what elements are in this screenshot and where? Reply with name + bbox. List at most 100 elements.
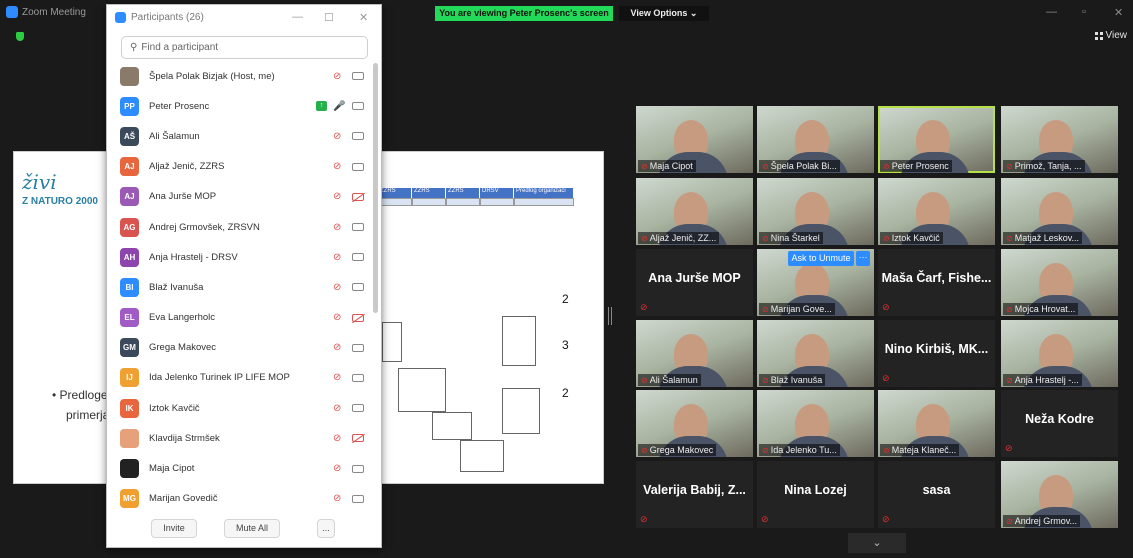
mic-muted-icon: ⊘: [762, 375, 769, 385]
participant-row[interactable]: IK Iztok Kavčič ⊘: [107, 393, 371, 423]
chevron-down-icon[interactable]: ⌄: [848, 533, 906, 553]
mic-muted-icon[interactable]: ⊘: [333, 71, 341, 82]
mic-muted-icon[interactable]: ⊘: [333, 312, 341, 323]
tile-more-button[interactable]: ···: [856, 251, 870, 266]
camera-icon[interactable]: [352, 223, 364, 232]
participant-name: Anja Hrastelj - DRSV: [149, 251, 238, 263]
participant-row[interactable]: EL Eva Langerholc ⊘: [107, 303, 371, 333]
video-tile[interactable]: Nino Kirbiš, MK... ⊘: [878, 320, 995, 387]
participant-row[interactable]: AJ Aljaž Jenič, ZZRS ⊘: [107, 152, 371, 182]
video-tile[interactable]: Neža Kodre ⊘: [1001, 390, 1118, 457]
video-tile[interactable]: ⊘ Primož, Tanja, ...: [1001, 106, 1118, 173]
video-tile[interactable]: ⊘ Ali Šalamun: [636, 320, 753, 387]
view-options-button[interactable]: View Options ⌄: [619, 6, 709, 21]
maximize-icon[interactable]: ☐: [324, 11, 334, 24]
participant-row[interactable]: AJ Ana Jurše MOP ⊘: [107, 182, 371, 212]
video-tile[interactable]: ⊘ Grega Makovec: [636, 390, 753, 457]
mic-muted-icon[interactable]: ⊘: [333, 403, 341, 414]
mic-muted-icon[interactable]: ⊘: [333, 191, 341, 202]
camera-icon[interactable]: [352, 253, 364, 262]
video-tile[interactable]: ⊘ Matjaž Leskov...: [1001, 178, 1118, 245]
camera-icon[interactable]: [352, 283, 364, 292]
mic-muted-icon[interactable]: ⊘: [333, 433, 341, 444]
close-icon[interactable]: ✕: [1114, 6, 1123, 19]
video-tile[interactable]: ⊘ Andrej Grmov...: [1001, 461, 1118, 528]
avatar: BI: [120, 277, 139, 297]
video-tile[interactable]: Ana Jurše MOP ⊘: [636, 249, 753, 316]
video-tile[interactable]: ⊘ Mateja Klaneč...: [878, 390, 995, 457]
mic-muted-icon[interactable]: ⊘: [333, 222, 341, 233]
mic-muted-icon[interactable]: ⊘: [333, 372, 341, 383]
mute-all-button[interactable]: Mute All: [224, 519, 280, 538]
mic-icon[interactable]: 🎤: [333, 101, 345, 112]
mic-muted-icon[interactable]: ⊘: [333, 342, 341, 353]
camera-icon[interactable]: [352, 132, 364, 141]
maximize-icon[interactable]: ▫: [1082, 6, 1086, 18]
video-tile[interactable]: Nina Lozej ⊘: [757, 461, 874, 528]
search-input[interactable]: ⚲ Find a participant: [121, 36, 368, 59]
mic-muted-icon[interactable]: ⊘: [333, 463, 341, 474]
participant-row[interactable]: AH Anja Hrastelj - DRSV ⊘: [107, 242, 371, 272]
participant-row[interactable]: Klavdija Strmšek ⊘: [107, 423, 371, 453]
mic-muted-icon: ⊘: [1006, 233, 1013, 243]
participant-row[interactable]: PP Peter Prosenc ↑ 🎤: [107, 91, 371, 121]
avatar: AJ: [120, 187, 139, 207]
video-tile[interactable]: ⊘ Špela Polak Bi...: [757, 106, 874, 173]
encryption-shield-icon[interactable]: [16, 32, 24, 41]
mic-muted-icon[interactable]: ⊘: [333, 131, 341, 142]
minimize-icon[interactable]: —: [292, 11, 303, 23]
video-tile[interactable]: ⊘ Nina Štarkel: [757, 178, 874, 245]
avatar: AŠ: [120, 126, 139, 146]
participant-row[interactable]: MG Marijan Govedič ⊘: [107, 484, 371, 514]
close-icon[interactable]: ✕: [359, 11, 368, 24]
video-tile[interactable]: Maša Čarf, Fishe... ⊘: [878, 249, 995, 316]
video-tile[interactable]: ⊘ Iztok Kavčič: [878, 178, 995, 245]
camera-off-icon[interactable]: [352, 192, 364, 201]
participant-row[interactable]: BI Blaž Ivanuša ⊘: [107, 272, 371, 302]
participant-row[interactable]: GM Grega Makovec ⊘: [107, 333, 371, 363]
participant-row[interactable]: AŠ Ali Šalamun ⊘: [107, 121, 371, 151]
camera-icon[interactable]: [352, 373, 364, 382]
slide-bullet-text: • Predloge: [52, 388, 108, 402]
split-view-handle[interactable]: [608, 307, 612, 325]
participant-row[interactable]: IJ Ida Jelenko Turinek IP LIFE MOP ⊘: [107, 363, 371, 393]
camera-icon[interactable]: [352, 464, 364, 473]
video-tile[interactable]: ⊘ Ida Jelenko Tu...: [757, 390, 874, 457]
camera-icon[interactable]: [352, 404, 364, 413]
video-tile[interactable]: ⊘ Maja Cipot: [636, 106, 753, 173]
video-tile[interactable]: ⊘ Peter Prosenc: [878, 106, 995, 173]
camera-icon[interactable]: [352, 162, 364, 171]
mic-muted-icon: ⊘: [883, 445, 890, 455]
participant-row[interactable]: Špela Polak Bizjak (Host, me) ⊘: [107, 61, 371, 91]
camera-icon[interactable]: [352, 102, 364, 111]
video-tile[interactable]: Valerija Babij, Z... ⊘: [636, 461, 753, 528]
mic-muted-icon[interactable]: ⊘: [333, 493, 341, 504]
camera-icon[interactable]: [352, 494, 364, 503]
view-button[interactable]: View: [1094, 30, 1127, 41]
mic-muted-icon: ⊘: [762, 161, 769, 171]
more-button[interactable]: ...: [317, 519, 335, 538]
tile-name-label: ⊘ Aljaž Jenič, ZZ...: [638, 232, 720, 244]
video-tile[interactable]: ⊘ Aljaž Jenič, ZZ...: [636, 178, 753, 245]
scrollbar[interactable]: [373, 63, 378, 313]
mic-muted-icon[interactable]: ⊘: [333, 252, 341, 263]
camera-icon[interactable]: [352, 343, 364, 352]
slide-table-cell: ZZRS: [446, 188, 480, 198]
participant-row[interactable]: AG Andrej Grmovšek, ZRSVN ⊘: [107, 212, 371, 242]
mic-muted-icon[interactable]: ⊘: [333, 161, 341, 172]
video-tile[interactable]: ⊘ Anja Hrastelj -...: [1001, 320, 1118, 387]
mic-muted-icon[interactable]: ⊘: [333, 282, 341, 293]
minimize-icon[interactable]: —: [1046, 6, 1057, 18]
video-tile[interactable]: ⊘ Mojca Hrovat...: [1001, 249, 1118, 316]
slide-logo: živi: [22, 170, 57, 194]
ask-to-unmute-button[interactable]: Ask to Unmute: [788, 251, 854, 266]
participant-name: Peter Prosenc: [149, 100, 210, 112]
slide-table-cell: ZZRS: [412, 188, 446, 198]
camera-icon[interactable]: [352, 72, 364, 81]
camera-off-icon[interactable]: [352, 434, 364, 443]
camera-off-icon[interactable]: [352, 313, 364, 322]
video-tile[interactable]: ⊘ Blaž Ivanuša: [757, 320, 874, 387]
participant-row[interactable]: Maja Cipot ⊘: [107, 453, 371, 483]
invite-button[interactable]: Invite: [151, 519, 197, 538]
video-tile[interactable]: sasa ⊘: [878, 461, 995, 528]
